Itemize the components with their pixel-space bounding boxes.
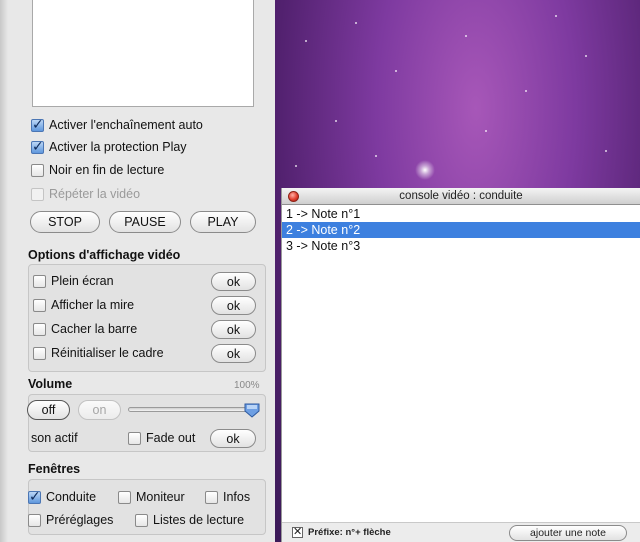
star bbox=[335, 120, 337, 122]
console-window: console vidéo : conduite 1 -> Note n°1 2… bbox=[281, 188, 640, 542]
star bbox=[605, 150, 607, 152]
option-label: Afficher la mire bbox=[51, 298, 135, 312]
option-label: Listes de lecture bbox=[153, 513, 245, 527]
stop-button[interactable]: STOP bbox=[30, 211, 100, 233]
window-infos[interactable]: Infos bbox=[205, 488, 250, 506]
checkbox[interactable] bbox=[28, 513, 41, 527]
checkbox[interactable] bbox=[33, 298, 46, 312]
option-black-end[interactable]: Noir en fin de lecture bbox=[31, 161, 164, 179]
option-label: Noir en fin de lecture bbox=[49, 163, 165, 177]
star bbox=[295, 165, 297, 167]
hide-bar-ok-button[interactable]: ok bbox=[211, 320, 256, 339]
star bbox=[585, 55, 587, 57]
volume-percent: 100% bbox=[234, 380, 260, 391]
option-reset-frame[interactable]: Réinitialiser le cadre bbox=[33, 344, 164, 362]
star-glow bbox=[415, 160, 435, 180]
control-panel: Activer l'enchaînement auto Activer la p… bbox=[0, 0, 275, 542]
pause-button[interactable]: PAUSE bbox=[109, 211, 181, 233]
note-list: 1 -> Note n°1 2 -> Note n°2 3 -> Note n°… bbox=[282, 206, 640, 254]
prefix-label: Préfixe: n°+ flèche bbox=[308, 527, 391, 538]
option-label: Répéter la vidéo bbox=[49, 187, 141, 201]
sound-status: son actif bbox=[31, 431, 78, 445]
note-item[interactable]: 1 -> Note n°1 bbox=[282, 206, 640, 222]
checkbox[interactable] bbox=[33, 274, 46, 288]
option-label: Fade out bbox=[146, 431, 196, 445]
window-playlists[interactable]: Listes de lecture bbox=[135, 511, 244, 529]
option-label: Plein écran bbox=[51, 274, 114, 288]
checkbox[interactable] bbox=[128, 431, 141, 445]
option-test-pattern[interactable]: Afficher la mire bbox=[33, 296, 134, 314]
console-footer: ✕ Préfixe: n°+ flèche ajouter une note bbox=[282, 522, 640, 542]
window-presets[interactable]: Préréglages bbox=[28, 511, 113, 529]
console-titlebar[interactable]: console vidéo : conduite bbox=[282, 188, 640, 205]
volume-slider-track[interactable] bbox=[128, 407, 258, 412]
add-note-button[interactable]: ajouter une note bbox=[509, 525, 627, 541]
reset-frame-ok-button[interactable]: ok bbox=[211, 344, 256, 363]
checkbox[interactable] bbox=[33, 346, 46, 360]
note-item[interactable]: 3 -> Note n°3 bbox=[282, 238, 640, 254]
option-label: Activer l'enchaînement auto bbox=[49, 118, 203, 132]
console-title: console vidéo : conduite bbox=[399, 190, 523, 202]
option-label: Réinitialiser le cadre bbox=[51, 346, 164, 360]
video-options-title: Options d'affichage vidéo bbox=[28, 248, 181, 262]
option-play-protection[interactable]: Activer la protection Play bbox=[31, 138, 187, 156]
playlist-box[interactable] bbox=[32, 0, 254, 107]
checkbox[interactable] bbox=[31, 163, 44, 177]
star bbox=[555, 15, 557, 17]
option-label: Infos bbox=[223, 490, 251, 504]
option-auto-chain[interactable]: Activer l'enchaînement auto bbox=[31, 116, 203, 134]
windows-title: Fenêtres bbox=[28, 462, 81, 476]
checkbox[interactable] bbox=[33, 322, 46, 336]
option-label: Activer la protection Play bbox=[49, 140, 187, 154]
checkbox[interactable] bbox=[135, 513, 148, 527]
fullscreen-ok-button[interactable]: ok bbox=[211, 272, 256, 291]
star bbox=[525, 90, 527, 92]
checkbox[interactable] bbox=[31, 116, 44, 133]
sound-on-button[interactable]: on bbox=[78, 400, 121, 420]
star bbox=[485, 130, 487, 132]
volume-slider-thumb[interactable] bbox=[244, 402, 260, 418]
star bbox=[305, 40, 307, 42]
option-repeat-video: Répéter la vidéo bbox=[31, 185, 140, 203]
checkbox[interactable] bbox=[31, 138, 44, 155]
note-item-selected[interactable]: 2 -> Note n°2 bbox=[282, 222, 640, 238]
star bbox=[395, 70, 397, 72]
star bbox=[375, 155, 377, 157]
option-label: Préréglages bbox=[46, 513, 114, 527]
option-fade-out[interactable]: Fade out bbox=[128, 429, 195, 447]
option-label: Conduite bbox=[46, 490, 97, 504]
play-button[interactable]: PLAY bbox=[190, 211, 256, 233]
sound-off-button[interactable]: off bbox=[27, 400, 70, 420]
checkbox bbox=[31, 187, 44, 201]
close-icon[interactable] bbox=[288, 191, 299, 202]
option-label: Cacher la barre bbox=[51, 322, 138, 336]
test-pattern-ok-button[interactable]: ok bbox=[211, 296, 256, 315]
window-conduite[interactable]: Conduite bbox=[28, 488, 96, 506]
option-fullscreen[interactable]: Plein écran bbox=[33, 272, 114, 290]
volume-title: Volume bbox=[28, 377, 73, 391]
prefix-checkbox[interactable]: ✕ bbox=[292, 527, 303, 538]
option-label: Moniteur bbox=[136, 490, 185, 504]
checkbox[interactable] bbox=[205, 490, 218, 504]
checkbox[interactable] bbox=[118, 490, 131, 504]
star bbox=[465, 35, 467, 37]
option-hide-bar[interactable]: Cacher la barre bbox=[33, 320, 137, 338]
checkbox[interactable] bbox=[28, 488, 41, 505]
fade-out-ok-button[interactable]: ok bbox=[210, 429, 256, 448]
star bbox=[355, 22, 357, 24]
panel-edge bbox=[0, 0, 8, 542]
window-moniteur[interactable]: Moniteur bbox=[118, 488, 185, 506]
